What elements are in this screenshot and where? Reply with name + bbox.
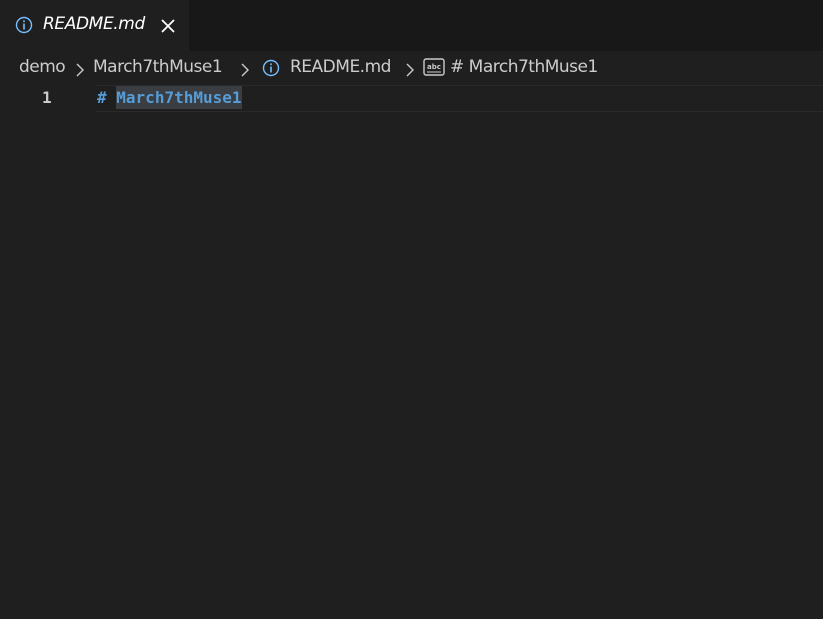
breadcrumb-item-file[interactable]: README.md — [290, 57, 391, 77]
markdown-hash: # — [97, 88, 107, 107]
svg-text:abc: abc — [427, 63, 441, 71]
breadcrumb-item-folder[interactable]: March7thMuse1 — [93, 57, 223, 77]
info-icon — [262, 59, 280, 81]
line-number: 1 — [42, 88, 52, 107]
close-icon[interactable] — [159, 17, 177, 35]
tab-readme[interactable]: README.md — [0, 0, 189, 51]
editor[interactable]: 1 # March7thMuse1 — [0, 85, 823, 619]
chevron-right-icon — [75, 62, 85, 81]
tab-label: README.md — [43, 14, 145, 34]
chevron-right-icon — [240, 62, 250, 81]
string-symbol-icon: abc — [423, 58, 445, 80]
chevron-right-icon — [405, 62, 415, 81]
selected-heading-text: March7thMuse1 — [116, 86, 242, 109]
info-icon — [15, 16, 33, 38]
breadcrumb: demo March7thMuse1 README.md abc # March… — [0, 51, 823, 85]
breadcrumb-item-symbol[interactable]: # March7thMuse1 — [450, 57, 598, 77]
breadcrumb-item-demo[interactable]: demo — [19, 57, 66, 77]
code-line[interactable]: # March7thMuse1 — [97, 86, 242, 109]
tab-bar: README.md — [0, 0, 823, 51]
